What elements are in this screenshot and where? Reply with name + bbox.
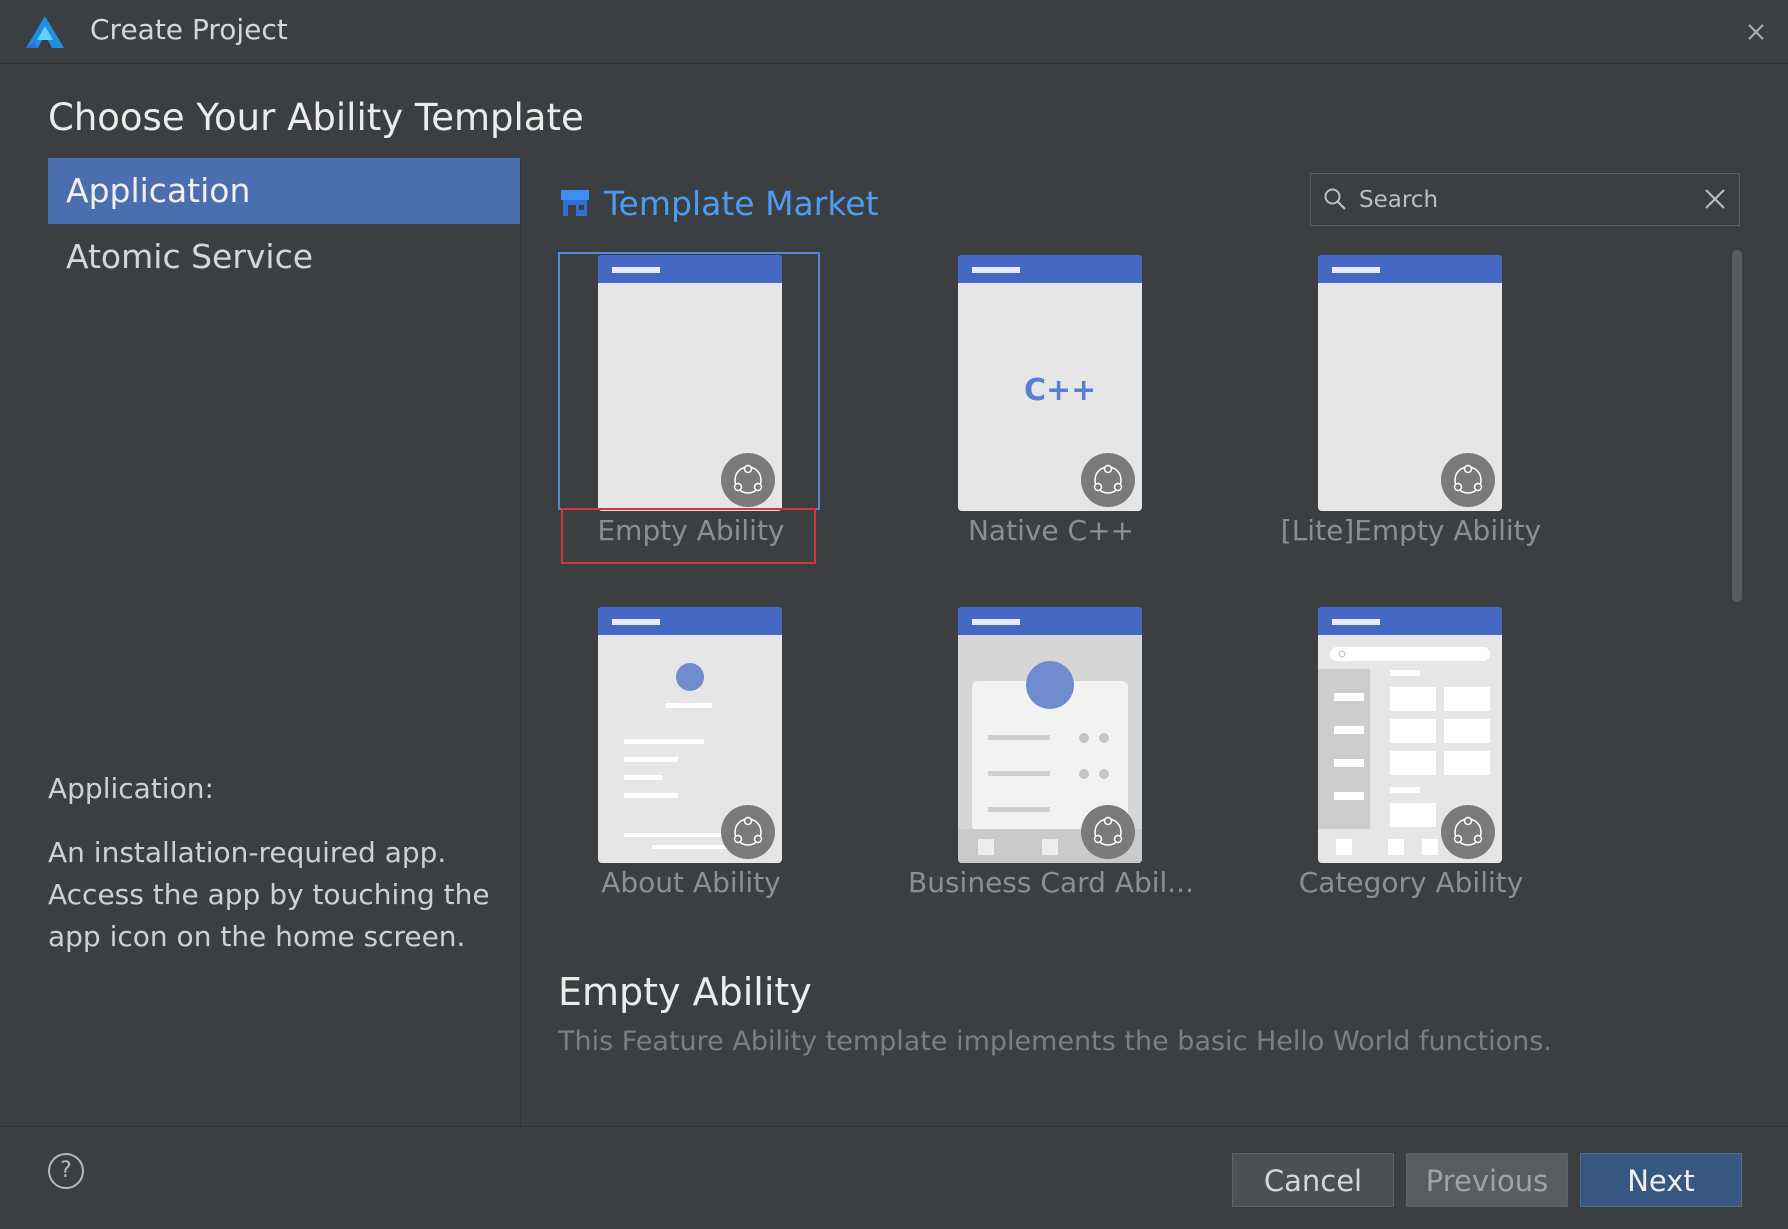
cpp-logo-text: C++ [1024, 373, 1097, 408]
harmony-badge-icon [721, 805, 775, 859]
search-box[interactable] [1310, 173, 1740, 226]
template-label: Native C++ [967, 514, 1135, 547]
create-project-dialog: Create Project Choose Your Ability Templ… [0, 0, 1788, 1228]
template-label: [Lite]Empty Ability [1280, 514, 1542, 547]
harmony-badge-icon [1081, 453, 1135, 507]
selected-template-title: Empty Ability [558, 970, 812, 1014]
close-button[interactable] [1742, 18, 1770, 46]
selected-template-description: This Feature Ability template implements… [558, 1026, 1552, 1057]
template-grid: Empty Ability C++ Native C++ [Lite]Empty… [556, 250, 1716, 930]
template-card-about-ability[interactable]: About Ability [556, 602, 826, 922]
clear-search-icon[interactable] [1703, 187, 1727, 211]
store-icon [561, 190, 589, 216]
devecostudio-logo-icon [26, 16, 64, 48]
template-label: About Ability [601, 866, 781, 899]
help-icon[interactable]: ? [48, 1153, 84, 1189]
page-heading: Choose Your Ability Template [48, 96, 584, 139]
template-card-category-ability[interactable]: Category Ability [1276, 602, 1546, 922]
window-title: Create Project [90, 13, 288, 46]
cancel-button[interactable]: Cancel [1232, 1153, 1394, 1207]
close-icon [1748, 24, 1764, 40]
harmony-badge-icon [721, 453, 775, 507]
selection-border [558, 252, 820, 510]
title-bar: Create Project [0, 0, 1788, 64]
template-card-native-cpp[interactable]: C++ Native C++ [916, 250, 1186, 570]
template-card-business-card-ability[interactable]: Business Card Abil... [908, 602, 1194, 922]
template-grid-scrollbar[interactable] [1732, 250, 1742, 602]
template-market-header[interactable]: Template Market [560, 180, 879, 226]
template-card-empty-ability[interactable]: Empty Ability [556, 250, 826, 570]
template-label: Category Ability [1298, 866, 1524, 899]
description-title: Application: [48, 772, 214, 805]
search-icon [1324, 188, 1346, 210]
next-button[interactable]: Next [1580, 1153, 1742, 1207]
template-label: Business Card Abil... [908, 866, 1194, 899]
sidebar-description: Application: An installation-required ap… [48, 768, 498, 958]
previous-button[interactable]: Previous [1406, 1153, 1568, 1207]
search-input[interactable] [1357, 182, 1691, 218]
template-card-lite-empty-ability[interactable]: [Lite]Empty Ability [1276, 250, 1546, 570]
harmony-badge-icon [1441, 805, 1495, 859]
harmony-badge-icon [1441, 453, 1495, 507]
sidebar-item-application[interactable]: Application [48, 158, 520, 224]
description-text: An installation-required app. Access the… [48, 836, 490, 953]
sidebar-item-atomic-service[interactable]: Atomic Service [48, 224, 520, 290]
harmony-badge-icon [1081, 805, 1135, 859]
template-market-title: Template Market [604, 183, 879, 223]
sidebar: Application Atomic Service Application: … [0, 158, 521, 1126]
footer: ? Cancel Previous Next [0, 1126, 1788, 1229]
highlight-box [561, 508, 816, 564]
